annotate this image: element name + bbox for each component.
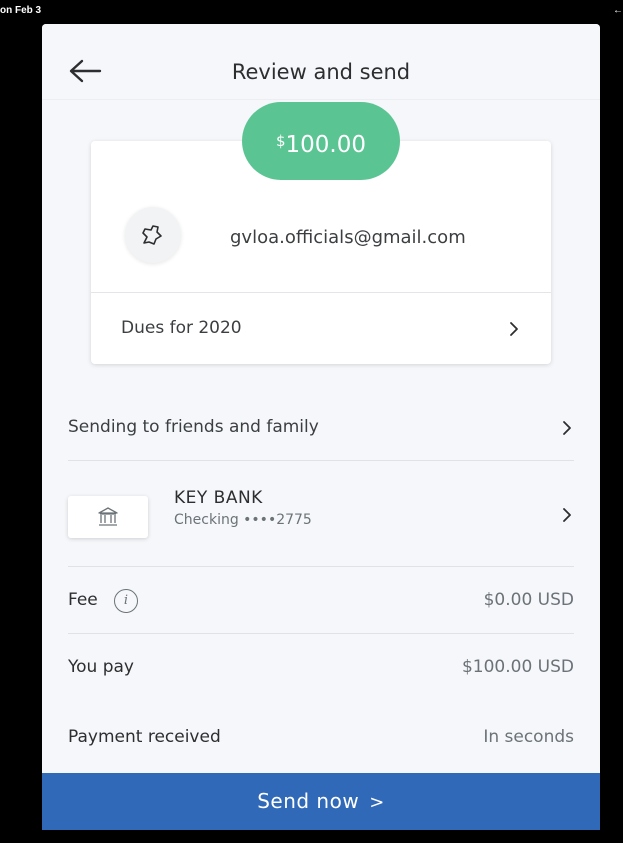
- chevron-right-icon: >: [369, 792, 385, 813]
- header: Review and send: [42, 24, 600, 100]
- chevron-right-icon: [510, 322, 518, 336]
- status-indicator: ←: [613, 5, 623, 16]
- avatar: [125, 207, 181, 263]
- recipient-email: gvloa.officials@gmail.com: [230, 227, 466, 248]
- payment-received-value: In seconds: [483, 727, 574, 747]
- sending-type-row[interactable]: Sending to friends and family: [68, 417, 574, 441]
- currency-symbol: $: [275, 132, 286, 150]
- fee-row: Fee i $0.00 USD: [68, 589, 574, 614]
- you-pay-label: You pay: [68, 657, 134, 677]
- send-now-button[interactable]: Send now >: [42, 773, 600, 830]
- sending-type-label: Sending to friends and family: [68, 417, 319, 437]
- bank-name: KEY BANK: [174, 488, 263, 508]
- fee-label: Fee: [68, 590, 98, 610]
- row-divider: [68, 566, 574, 567]
- row-divider: [68, 460, 574, 461]
- chevron-right-icon: [563, 421, 571, 435]
- bank-card: [68, 496, 148, 538]
- you-pay-row: You pay $100.00 USD: [68, 657, 574, 681]
- page-title: Review and send: [231, 60, 411, 84]
- bank-account: Checking ••••2775: [174, 512, 312, 528]
- you-pay-value: $100.00 USD: [461, 657, 574, 677]
- send-now-label: Send now: [257, 789, 360, 813]
- status-time: on Feb 3: [0, 5, 42, 16]
- payment-method-row[interactable]: KEY BANK Checking ••••2775: [68, 488, 574, 538]
- payment-received-row: Payment received In seconds: [68, 727, 574, 751]
- chevron-right-icon: [563, 508, 571, 522]
- amount-value: 100.00: [285, 132, 367, 158]
- row-divider: [68, 633, 574, 634]
- note-row[interactable]: Dues for 2020: [91, 293, 551, 364]
- amount-badge[interactable]: $100.00: [242, 102, 400, 180]
- payment-received-label: Payment received: [68, 727, 221, 747]
- note-text: Dues for 2020: [121, 318, 242, 338]
- info-icon[interactable]: i: [114, 589, 138, 613]
- bank-icon: [98, 507, 118, 526]
- review-send-screen: Review and send $100.00 gvloa.officials@…: [42, 24, 600, 830]
- recipient-avatar-icon: [142, 225, 162, 245]
- fee-value: $0.00 USD: [483, 590, 574, 610]
